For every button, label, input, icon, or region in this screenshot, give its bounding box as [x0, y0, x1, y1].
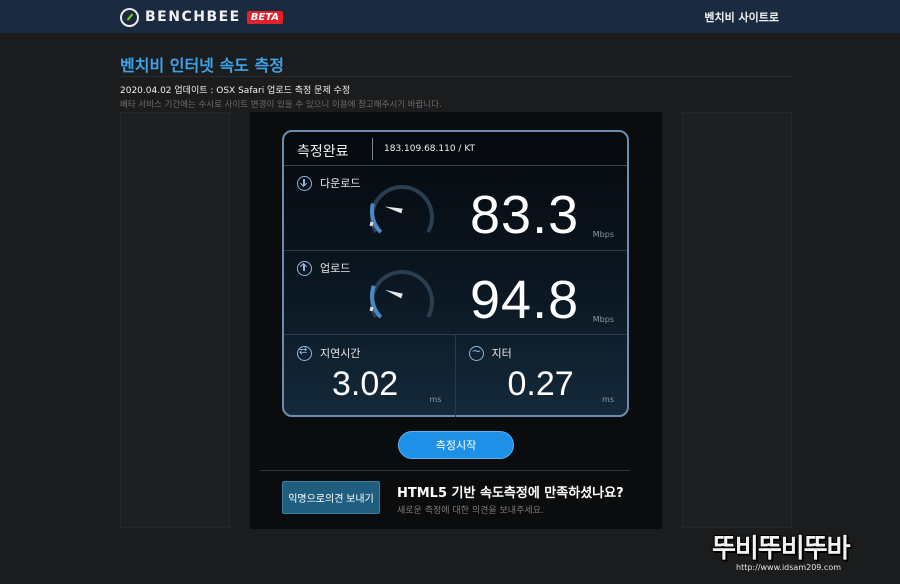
- upload-row: 업로드 94.8 Mbps: [284, 251, 627, 335]
- upload-speed: 94.8: [470, 270, 580, 330]
- latency-value: 3.02: [332, 365, 399, 403]
- jitter-value: 0.27: [507, 365, 574, 403]
- beta-notice: 베타 서비스 기간에는 수시로 사이트 변경이 있을 수 있으니 이용에 참고해…: [120, 100, 442, 110]
- upload-unit: Mbps: [592, 315, 614, 324]
- benchbee-site-link[interactable]: 벤치비 사이트로: [704, 9, 779, 25]
- latency-label: 지연시간: [320, 347, 361, 360]
- download-gauge: [369, 185, 434, 234]
- page-title: 벤치비 인터넷 속도 측정: [120, 56, 284, 75]
- gauge-start-mark: [369, 306, 374, 312]
- watermark: 뚜비뚜비뚜바 http://www.idsam209.com: [712, 528, 892, 580]
- benchbee-logo[interactable]: BENCHBEE BETA: [120, 7, 283, 27]
- feedback-subtitle: 새로운 측정에 대한 의견을 보내주세요.: [397, 506, 544, 516]
- header-divider: [372, 138, 373, 160]
- jitter-section: 지터 0.27 ms: [456, 335, 628, 417]
- upload-icon: [297, 260, 312, 276]
- title-divider: [120, 76, 792, 77]
- gauge-needle: [385, 289, 403, 299]
- start-test-button[interactable]: 측정시작: [398, 431, 514, 459]
- download-label: 다운로드: [320, 177, 361, 190]
- jitter-icon: [468, 344, 484, 361]
- upload-gauge: [369, 270, 434, 319]
- watermark-url: http://www.idsam209.com: [736, 563, 842, 572]
- ip-isp: 183.109.68.110 / KT: [384, 144, 476, 154]
- result-card: 측정완료 183.109.68.110 / KT 다운로드 83.3 Mbps …: [282, 130, 629, 417]
- left-ad-panel: [120, 112, 230, 528]
- download-icon: [297, 175, 312, 191]
- right-ad-panel: [682, 112, 792, 528]
- watermark-logo: 뚜비뚜비뚜바: [712, 534, 851, 564]
- brand-name: BENCHBEE: [145, 9, 241, 25]
- test-status: 측정완료: [297, 144, 349, 160]
- section-divider: [260, 470, 630, 471]
- jitter-unit: ms: [602, 395, 614, 404]
- gauge-needle: [384, 206, 403, 214]
- beta-badge: BETA: [246, 10, 283, 24]
- upload-label: 업로드: [320, 262, 351, 275]
- top-bar: BENCHBEE BETA 벤치비 사이트로: [0, 0, 900, 33]
- anonymous-feedback-button[interactable]: 익명으로의견 보내기: [282, 481, 380, 514]
- download-unit: Mbps: [592, 230, 614, 239]
- latency-section: 지연시간 3.02 ms: [284, 335, 456, 417]
- speed-test-panel: 측정완료 183.109.68.110 / KT 다운로드 83.3 Mbps …: [250, 112, 662, 529]
- latency-icon: [297, 345, 312, 361]
- download-speed: 83.3: [470, 185, 580, 245]
- result-header: 측정완료 183.109.68.110 / KT: [284, 132, 627, 166]
- latency-jitter-row: 지연시간 3.02 ms 지터 0.27 ms: [284, 335, 627, 417]
- download-row: 다운로드 83.3 Mbps: [284, 166, 627, 251]
- gauge-start-mark: [369, 221, 374, 227]
- jitter-label: 지터: [491, 347, 512, 360]
- feedback-title: HTML5 기반 속도측정에 만족하셨나요?: [397, 486, 624, 501]
- latency-unit: ms: [429, 395, 442, 404]
- update-note: 2020.04.02 업데이트 : OSX Safari 업로드 측정 문제 수…: [120, 86, 351, 96]
- speedometer-icon: [120, 7, 139, 27]
